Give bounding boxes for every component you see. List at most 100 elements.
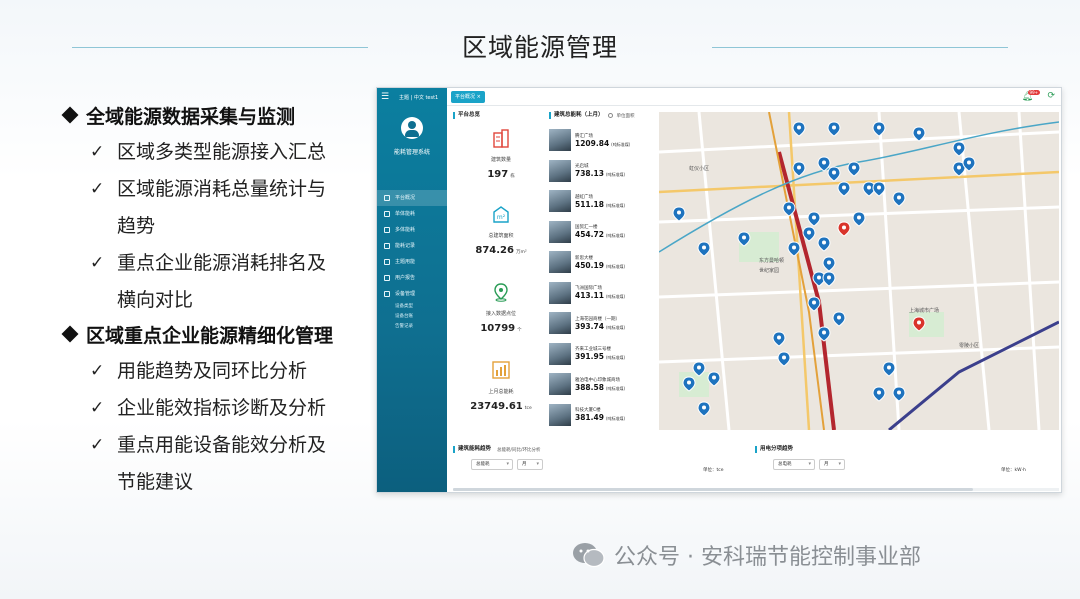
sidebar-subitem-alarm-records[interactable]: 告警记录: [377, 322, 447, 332]
tab-overview[interactable]: 平台概况 ×: [451, 91, 485, 103]
sidebar-top-text[interactable]: 主题 | 中文 test1: [399, 94, 438, 101]
area-icon: m²: [493, 206, 509, 223]
building-thumbnail: [549, 190, 571, 213]
gear-icon: [384, 227, 390, 233]
sidebar-item-overview[interactable]: 平台概况: [377, 190, 447, 206]
bullet-main: 区域重点企业能源精细化管理: [60, 319, 370, 353]
building-energy-value: 1209.84 (吨标准煤): [575, 138, 631, 148]
slide-title: 区域能源管理: [461, 33, 618, 62]
building-icon: [384, 211, 390, 217]
location-pin-icon: [494, 283, 508, 302]
sidebar-item-device-management[interactable]: 设备管理: [377, 286, 447, 302]
bullet-list: 全域能源数据采集与监测 ✓ 区域多类型能源接入汇总 ✓ 区域能源消耗总量统计与 趋势…: [60, 100, 370, 501]
check-icon: ✓: [90, 253, 105, 273]
building-energy-value: 738.13 (吨标准煤): [575, 169, 626, 179]
refresh-icon[interactable]: ⟳: [1047, 91, 1055, 101]
ranking-row[interactable]: 光启城 738.13 (吨标准煤): [549, 156, 657, 187]
building-icon: [493, 129, 509, 148]
building-thumbnail: [549, 312, 571, 335]
sidebar-item-multi-energy[interactable]: 多体能耗: [377, 222, 447, 238]
bullet-sub-continuation: 趋势: [117, 215, 156, 237]
bullet-sub: ✓ 区域多类型能源接入汇总: [60, 134, 370, 171]
bullet-sub: ✓ 重点用能设备能效分析及: [60, 427, 370, 464]
map-label: 零陵小区: [959, 342, 979, 349]
document-icon: [384, 243, 390, 249]
avatar: [401, 117, 423, 139]
bullet-sub-continuation: 节能建议: [117, 471, 194, 493]
ranking-row[interactable]: 新思大楼 450.19 (吨标准煤): [549, 247, 657, 278]
check-icon: ✓: [90, 142, 105, 162]
period-select[interactable]: 月: [819, 459, 845, 470]
top-bar: 平台概况 × 🔔︎ 99+ ⟳: [447, 88, 1061, 106]
bullet-sub: ✓ 用能趋势及同环比分析: [60, 353, 370, 390]
building-energy-value: 454.72 (吨标准煤): [575, 230, 626, 240]
sidebar-subitem-device-type[interactable]: 设备类型: [377, 302, 447, 312]
menu-toggle-icon[interactable]: ☰: [381, 92, 389, 102]
notification-badge: 99+: [1027, 90, 1040, 95]
energy-type-select[interactable]: 总能耗: [471, 459, 513, 470]
unit-area-radio[interactable]: [607, 113, 613, 118]
sidebar-nav: 平台概况 单体能耗 多体能耗 能耗记录 主题用能 用户报告 设备管理 设备类型 …: [377, 190, 447, 332]
ranking-list: 腾汇广场 1209.84 (吨标准煤) 光启城 738.13 (吨标准煤) 越虹广场 511.…: [549, 125, 657, 430]
building-energy-trend: 建筑能耗趋势 总能耗/同比/环比分析 总能耗 月 单位：tce: [453, 446, 743, 492]
ranking-title: 建筑总能耗（上月）: [549, 112, 604, 119]
diamond-bullet-icon: [61, 325, 79, 343]
check-icon: ✓: [90, 398, 105, 418]
building-thumbnail: [549, 220, 571, 243]
check-icon: ✓: [90, 179, 105, 199]
period-select[interactable]: 月: [517, 459, 543, 470]
ranking-row[interactable]: 雅泊电中心印象城商场 388.58 (吨标准煤): [549, 369, 657, 400]
ranking-row[interactable]: 飞洲国际广场 413.11 (吨标准煤): [549, 278, 657, 309]
building-thumbnail: [549, 373, 571, 396]
sidebar-item-energy-records[interactable]: 能耗记录: [377, 238, 447, 254]
trend-right-unit: 单位：kW·h: [1001, 468, 1026, 473]
trend-left-title: 建筑能耗趋势: [453, 446, 491, 453]
district-map[interactable]: 东方曼哈顿 世纪家园 虹仪小区 零陵小区 上海城市广场: [659, 112, 1059, 430]
bullet-sub-continuation: 横向对比: [117, 289, 194, 311]
network-icon: [384, 259, 390, 265]
bullet-sub: ✓ 区域能源消耗总量统计与: [60, 171, 370, 208]
electricity-type-select[interactable]: 总电耗: [773, 459, 815, 470]
ranking-row[interactable]: 上海花园商楼（一期） 393.74 (吨标准煤): [549, 308, 657, 339]
ranking-row[interactable]: 科技大厦C楼 381.49 (吨标准煤): [549, 400, 657, 431]
svg-text:m²: m²: [497, 214, 506, 221]
building-energy-ranking: 建筑总能耗（上月） 单位面积 腾汇广场 1209.84 (吨标准煤) 光启城 738.1…: [549, 112, 657, 428]
bar-chart-icon: [492, 361, 510, 379]
building-energy-value: 511.18 (吨标准煤): [575, 199, 626, 209]
sidebar-item-theme-energy[interactable]: 主题用能: [377, 254, 447, 270]
building-energy-value: 388.58 (吨标准煤): [575, 382, 626, 392]
electricity-trend: 用电分项趋势 总电耗 月 单位：kW·h: [755, 446, 1055, 492]
bullet-sub: ✓ 企业能效指标诊断及分析: [60, 390, 370, 427]
building-thumbnail: [549, 159, 571, 182]
monitor-icon: [384, 195, 390, 201]
building-thumbnail: [549, 251, 571, 274]
map-label: 东方曼哈顿: [759, 257, 784, 264]
building-energy-value: 413.11 (吨标准煤): [575, 291, 626, 301]
edit-icon: [384, 275, 390, 281]
map-canvas[interactable]: 东方曼哈顿世纪家园 虹仪小区零陵小区 上海城市广场: [659, 112, 1059, 430]
horizontal-scrollbar[interactable]: [453, 488, 1059, 491]
building-thumbnail: [549, 342, 571, 365]
ranking-row[interactable]: 腾汇广场 1209.84 (吨标准煤): [549, 125, 657, 156]
title-divider-left: [72, 47, 368, 48]
building-thumbnail: [549, 403, 571, 426]
building-energy-value: 381.49 (吨标准煤): [575, 413, 626, 423]
app-screenshot: ☰ 主题 | 中文 test1 能耗管理系统 平台概况 单体能耗 多体能耗 能耗…: [376, 87, 1062, 493]
sidebar-item-user-report[interactable]: 用户报告: [377, 270, 447, 286]
sidebar-item-single-energy[interactable]: 单体能耗: [377, 206, 447, 222]
ranking-row[interactable]: 越虹广场 511.18 (吨标准煤): [549, 186, 657, 217]
map-label: 虹仪小区: [689, 165, 709, 172]
platform-overview: 平台总览 建筑数量 197 栋 m² 总建筑面积 874.26 万m² 接入数据点位…: [453, 112, 549, 428]
building-thumbnail: [549, 281, 571, 304]
settings-icon: [384, 291, 390, 297]
ranking-row[interactable]: 国贸汇一楼 454.72 (吨标准煤): [549, 217, 657, 248]
stat-building-count: 建筑数量 197 栋: [453, 128, 549, 180]
check-icon: ✓: [90, 435, 105, 455]
building-energy-value: 391.95 (吨标准煤): [575, 352, 626, 362]
trend-right-title: 用电分项趋势: [755, 446, 793, 453]
wechat-icon: [573, 543, 605, 568]
ranking-row[interactable]: 齐来工业城三号楼 391.95 (吨标准煤): [549, 339, 657, 370]
sidebar-subitem-device-ledger[interactable]: 设备台账: [377, 312, 447, 322]
watermark: 公众号 · 安科瑞节能控制事业部: [572, 538, 921, 572]
unit-area-label: 单位面积: [616, 113, 635, 119]
